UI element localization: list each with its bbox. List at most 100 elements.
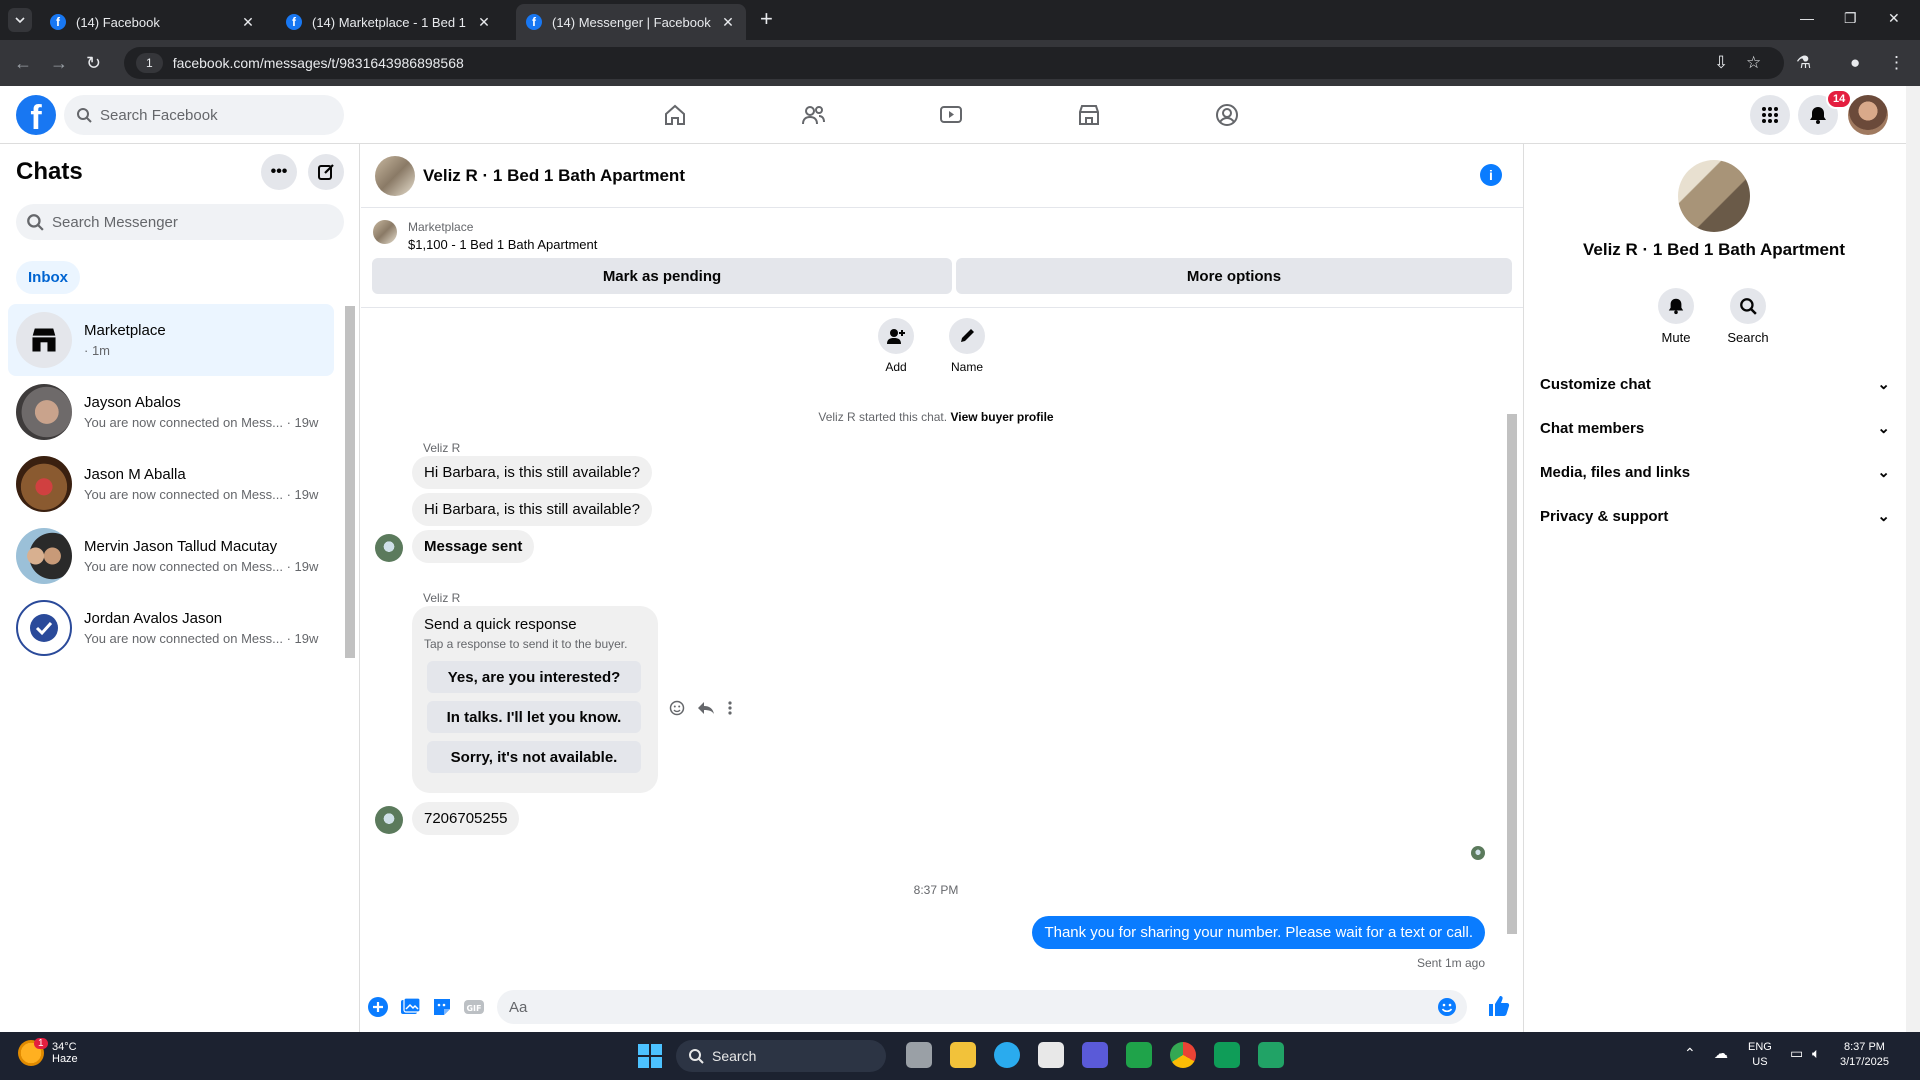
chrome-icon[interactable] [1170, 1042, 1196, 1068]
forward-arrow-icon[interactable]: → [50, 53, 68, 74]
weather-condition: Haze [52, 1053, 78, 1065]
gif-icon[interactable]: GIF [463, 996, 485, 1018]
chats-options-button[interactable]: ••• [261, 154, 297, 190]
mute-action[interactable]: Mute [1646, 288, 1706, 345]
browser-tab-facebook[interactable]: f (14) Facebook ✕ [40, 4, 266, 40]
menu-grid-button[interactable] [1750, 95, 1790, 135]
privacy-support-section[interactable]: Privacy & support ⌄ [1540, 496, 1890, 536]
page-scrollbar[interactable] [1906, 86, 1920, 1032]
conversation-title[interactable]: Veliz R · 1 Bed 1 Bath Apartment [423, 166, 685, 186]
more-options-button[interactable]: More options [956, 258, 1512, 294]
listing-thumbnail[interactable] [373, 220, 397, 244]
labs-flask-icon[interactable]: ⚗ [1796, 53, 1811, 73]
close-icon[interactable]: ✕ [476, 14, 492, 31]
google-sheets-icon[interactable] [1214, 1042, 1240, 1068]
reload-icon[interactable]: ↻ [86, 53, 101, 74]
new-tab-plus-icon[interactable]: + [760, 8, 773, 30]
new-message-button[interactable] [308, 154, 344, 190]
app-icon[interactable] [1126, 1042, 1152, 1068]
file-explorer-icon[interactable] [950, 1042, 976, 1068]
quick-response-option[interactable]: Yes, are you interested? [427, 661, 641, 693]
message-input[interactable]: Aa [497, 990, 1467, 1024]
chat-list-scrollbar[interactable] [345, 306, 355, 658]
profile-icon[interactable]: ● [1850, 53, 1860, 73]
messenger-search-input[interactable]: Search Messenger [16, 204, 344, 240]
windows-start-icon[interactable] [638, 1044, 662, 1068]
network-icon[interactable]: ▭ [1790, 1046, 1803, 1061]
window-close-icon[interactable]: ✕ [1888, 10, 1900, 27]
task-view-icon[interactable] [906, 1042, 932, 1068]
restore-icon[interactable]: ❐ [1844, 10, 1857, 27]
react-emoji-icon[interactable] [669, 700, 685, 716]
video-icon[interactable] [938, 102, 964, 128]
thread-scrollbar[interactable] [1507, 414, 1517, 934]
more-vertical-icon[interactable] [727, 700, 733, 716]
app-icon[interactable] [1258, 1042, 1284, 1068]
app-icon[interactable] [1082, 1042, 1108, 1068]
plus-circle-icon[interactable] [367, 996, 389, 1018]
edit-name-control[interactable]: Name [949, 318, 985, 374]
message-bubble[interactable]: Hi Barbara, is this still available? [412, 456, 652, 489]
chat-item-marketplace[interactable]: Marketplace · 1m [8, 304, 334, 376]
facebook-logo-icon[interactable]: f [16, 95, 56, 137]
facebook-search-input[interactable]: Search Facebook [64, 95, 344, 135]
inbox-filter-tab[interactable]: Inbox [16, 261, 80, 294]
weather-widget[interactable]: 1 34°C Haze [18, 1038, 78, 1066]
media-files-links-section[interactable]: Media, files and links ⌄ [1540, 452, 1890, 492]
bookmark-star-icon[interactable]: ☆ [1746, 53, 1761, 73]
message-bubble[interactable]: 7206705255 [412, 802, 520, 835]
compose-icon [318, 164, 334, 180]
listing-avatar[interactable] [375, 156, 415, 196]
chat-item-jason-m-aballa[interactable]: Jason M Aballa You are now connected on … [8, 448, 334, 520]
close-icon[interactable]: ✕ [720, 14, 736, 31]
telegram-icon[interactable] [994, 1042, 1020, 1068]
url-field[interactable]: 1 facebook.com/messages/t/98316439868985… [124, 47, 1784, 79]
chat-members-section[interactable]: Chat members ⌄ [1540, 408, 1890, 448]
taskbar-search[interactable]: Search [676, 1040, 886, 1072]
clock[interactable]: 8:37 PM 3/17/2025 [1840, 1040, 1889, 1070]
install-app-icon[interactable]: ⇩ [1714, 53, 1728, 73]
gaming-icon[interactable] [1214, 102, 1240, 128]
quick-response-option[interactable]: In talks. I'll let you know. [427, 701, 641, 733]
chat-item-jayson-abalos[interactable]: Jayson Abalos You are now connected on M… [8, 376, 334, 448]
add-people-control[interactable]: Add [878, 318, 914, 374]
customize-chat-section[interactable]: Customize chat ⌄ [1540, 364, 1890, 404]
marketplace-store-icon[interactable] [1076, 102, 1102, 128]
sender-avatar[interactable] [375, 534, 403, 562]
minimize-icon[interactable]: — [1800, 10, 1814, 26]
browser-tab-messenger[interactable]: f (14) Messenger | Facebook ✕ [516, 4, 746, 40]
photo-icon[interactable] [399, 996, 421, 1018]
account-avatar[interactable] [1848, 95, 1888, 135]
microsoft-store-icon[interactable] [1038, 1042, 1064, 1068]
volume-icon[interactable]: 🔈︎ [1812, 1046, 1820, 1061]
listing-title[interactable]: $1,100 - 1 Bed 1 Bath Apartment [408, 237, 597, 252]
chevron-down-icon: ⌄ [1877, 376, 1890, 393]
close-icon[interactable]: ✕ [240, 14, 256, 31]
view-buyer-profile-link[interactable]: View buyer profile [950, 410, 1053, 424]
site-info-badge[interactable]: 1 [136, 53, 163, 73]
browser-tab-marketplace[interactable]: f (14) Marketplace - 1 Bed 1 Bath ✕ [276, 4, 502, 40]
onedrive-cloud-icon[interactable]: ☁ [1714, 1046, 1728, 1061]
tray-chevron-up-icon[interactable]: ⌃ [1684, 1046, 1696, 1061]
friends-icon[interactable] [800, 102, 826, 128]
mark-as-pending-button[interactable]: Mark as pending [372, 258, 952, 294]
message-bubble[interactable]: Message sent [412, 530, 535, 563]
info-icon[interactable]: i [1480, 164, 1502, 186]
emoji-icon[interactable] [1437, 997, 1457, 1017]
language-indicator[interactable]: ENG US [1748, 1040, 1772, 1070]
tab-search-button[interactable] [8, 8, 32, 32]
browser-menu-icon[interactable]: ⋮ [1888, 53, 1905, 73]
chat-item-jordan-avalos-jason[interactable]: Jordan Avalos Jason You are now connecte… [8, 592, 334, 664]
home-icon[interactable] [662, 102, 688, 128]
message-bubble[interactable]: Hi Barbara, is this still available? [412, 493, 652, 526]
thumbs-up-icon[interactable] [1487, 994, 1511, 1018]
reply-arrow-icon[interactable] [697, 700, 715, 716]
sticker-icon[interactable] [431, 996, 453, 1018]
search-in-chat-action[interactable]: Search [1718, 288, 1778, 345]
back-arrow-icon[interactable]: ← [14, 53, 32, 74]
my-message-bubble[interactable]: Thank you for sharing your number. Pleas… [1032, 916, 1485, 949]
listing-avatar-large[interactable] [1678, 160, 1750, 232]
sender-avatar[interactable] [375, 806, 403, 834]
quick-response-option[interactable]: Sorry, it's not available. [427, 741, 641, 773]
chat-item-mervin-jason-tallud-macutay[interactable]: Mervin Jason Tallud Macutay You are now … [8, 520, 334, 592]
